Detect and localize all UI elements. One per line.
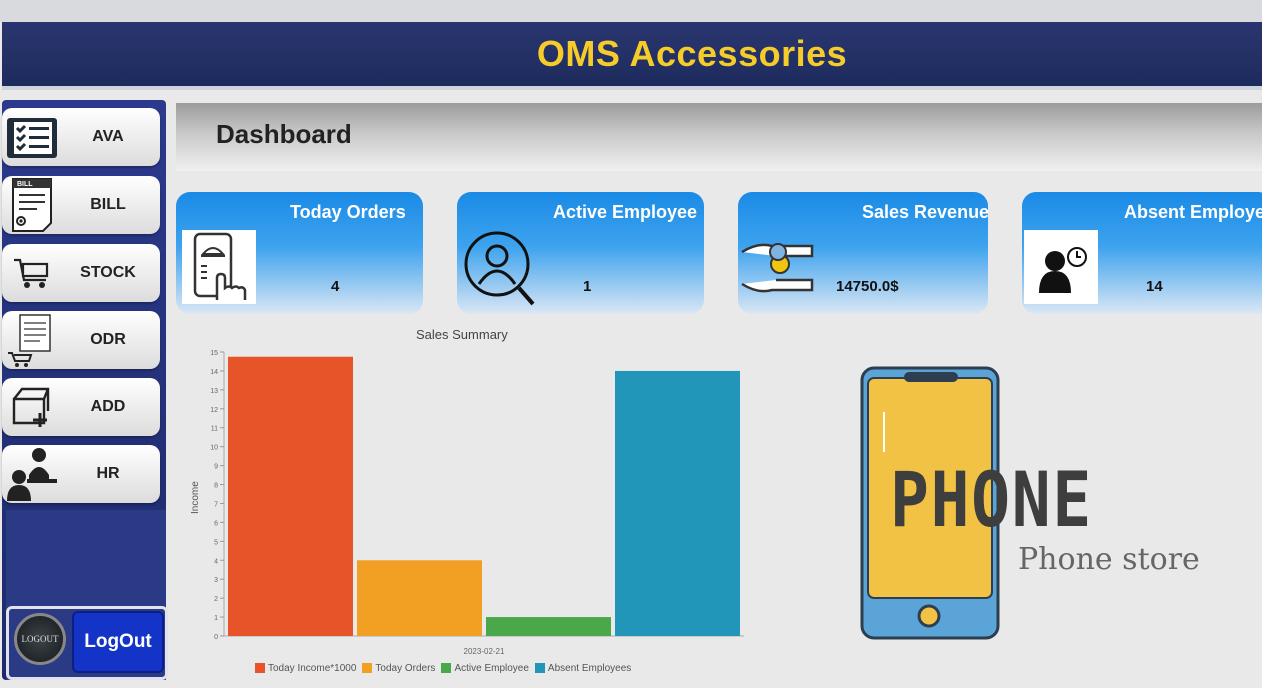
sidebar-item-label: BILL [90, 196, 126, 213]
add-box-icon [2, 378, 62, 436]
y-tick-label: 4 [214, 558, 218, 565]
y-tick-label: 0 [214, 634, 218, 641]
y-tick-label: 3 [214, 577, 218, 584]
legend-swatch [534, 663, 545, 673]
hr-people-icon [2, 445, 62, 503]
sidebar-item-label: HR [96, 465, 120, 482]
sidebar-item-odr[interactable]: ODR [2, 311, 160, 369]
sidebar-item-bill[interactable]: BILL BILL [2, 176, 160, 234]
bill-icon-text: BILL [17, 181, 33, 188]
legend-label: Active Employee [454, 662, 529, 674]
page-title: Dashboard [216, 119, 352, 149]
brand-word: PHONE [890, 455, 1093, 544]
chart-bar [357, 560, 482, 636]
legend-item: Absent Employees [534, 662, 632, 674]
chart-svg: 0123456789101112131415Income2023-02-21 [190, 350, 744, 656]
y-axis-label: Income [190, 481, 201, 514]
logout-button[interactable]: LogOut [72, 611, 164, 673]
y-tick-label: 12 [210, 407, 218, 414]
chart-legend: Today Income*1000 Today Orders Active Empl… [255, 655, 680, 681]
top-strip [0, 0, 1262, 22]
card-title: Absent Employe [1124, 202, 1262, 222]
legend-swatch [441, 663, 452, 673]
brand-subtitle: Phone store [1018, 542, 1200, 577]
order-list-icon [2, 311, 62, 369]
y-tick-label: 15 [210, 350, 218, 357]
cart-icon [2, 244, 62, 302]
legend-item: Active Employee [441, 662, 529, 674]
app-window: OMS Accessories AVA BILL BILL STOCK ODR … [0, 0, 1262, 688]
sidebar-item-add[interactable]: ADD [2, 378, 160, 436]
y-tick-label: 14 [210, 369, 218, 376]
card-sales-revenue: Sales Revenue 14750.0$ [738, 192, 988, 314]
card-title: Today Orders [290, 202, 406, 222]
card-active-employee: Active Employee 1 [457, 192, 704, 314]
card-title: Active Employee [553, 202, 698, 222]
y-tick-label: 5 [214, 539, 218, 546]
y-tick-label: 9 [214, 464, 218, 471]
app-title: OMS Accessories [536, 33, 848, 74]
money-hands-icon [738, 232, 818, 306]
sidebar-item-label: ADD [90, 398, 126, 415]
employee-search-icon [461, 228, 537, 308]
legend-label: Today Orders [375, 662, 436, 674]
legend-item: Today Income*1000 [255, 663, 356, 674]
sidebar-item-hr[interactable]: HR [2, 445, 160, 503]
logout-round-button[interactable]: LOGOUT [14, 613, 66, 665]
y-tick-label: 8 [214, 483, 218, 490]
sidebar-item-label: ODR [90, 331, 126, 348]
dashboard-header: Dashboard [176, 103, 1262, 171]
y-tick-label: 2 [214, 596, 218, 603]
sales-summary-chart: Sales Summary 0 1 2 3 4 5 6 7 8 9 10 11 12 13 14 15 Inco… [180, 320, 750, 680]
sidebar-item-label: AVA [92, 128, 124, 145]
chart-bar [228, 356, 353, 636]
title-bar: OMS Accessories [2, 22, 1262, 90]
bill-icon: BILL [2, 176, 62, 234]
card-value: 14750.0$ [836, 278, 899, 295]
y-tick-label: 7 [214, 501, 218, 508]
chart-bar [615, 370, 740, 636]
y-tick-label: 13 [210, 388, 218, 395]
logout-button-label: LogOut [84, 631, 152, 652]
chart-bar [486, 617, 611, 636]
legend-label: Absent Employees [547, 662, 632, 674]
legend-swatch [362, 663, 373, 673]
y-tick-label: 11 [211, 426, 218, 433]
sidebar-item-stock[interactable]: STOCK [2, 244, 160, 302]
card-value: 1 [583, 278, 592, 295]
card-today-orders: Today Orders 4 [176, 192, 423, 314]
y-tick-label: 6 [214, 520, 218, 527]
y-tick-label: 10 [210, 445, 218, 452]
sidebar-item-label: STOCK [80, 264, 136, 281]
legend-item: Today Orders [362, 663, 435, 674]
mobile-order-icon [182, 230, 256, 304]
sidebar-item-ava[interactable]: AVA [2, 108, 160, 166]
logout-round-label: LOGOUT [21, 634, 59, 644]
card-value: 4 [331, 278, 340, 295]
absent-clock-icon [1024, 230, 1098, 304]
legend-label: Today Income*1000 [268, 662, 357, 674]
card-title: Sales Revenue [862, 202, 988, 222]
y-tick-label: 1 [214, 615, 218, 622]
card-absent-employees: Absent Employe 14 [1022, 192, 1262, 314]
legend-swatch [255, 663, 265, 673]
checklist-icon [2, 108, 62, 166]
card-value: 14 [1146, 278, 1163, 295]
